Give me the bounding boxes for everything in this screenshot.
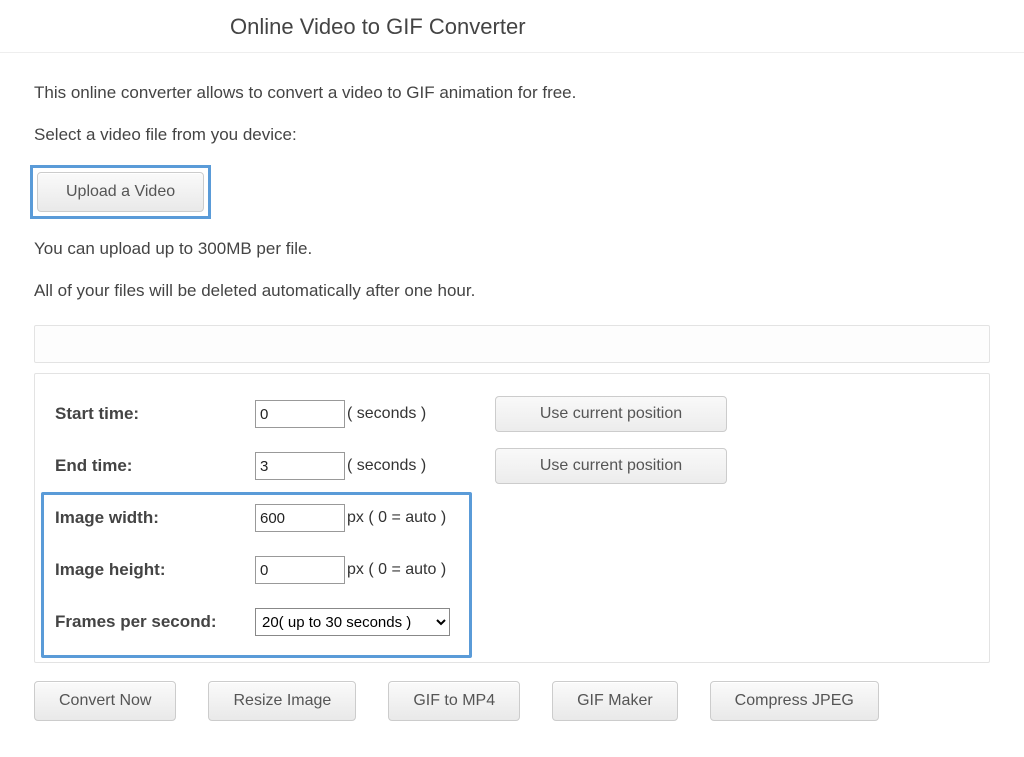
compress-jpeg-button[interactable]: Compress JPEG [710,681,879,721]
upload-size-note: You can upload up to 300MB per file. [34,239,990,259]
convert-now-button[interactable]: Convert Now [34,681,176,721]
start-time-input[interactable] [255,400,345,428]
image-height-input[interactable] [255,556,345,584]
action-row: Convert Now Resize Image GIF to MP4 GIF … [34,681,990,721]
select-video-label: Select a video file from you device: [34,125,990,145]
intro-text: This online converter allows to convert … [34,83,990,103]
row-end-time: End time: ( seconds ) Use current positi… [55,440,969,492]
image-height-label: Image height: [55,560,255,580]
start-time-unit: ( seconds ) [347,405,477,423]
upload-highlight-box: Upload a Video [30,165,211,219]
row-fps: Frames per second: 20( up to 30 seconds … [55,596,969,648]
preview-bar [34,325,990,363]
upload-video-button[interactable]: Upload a Video [37,172,204,212]
row-image-height: Image height: px ( 0 = auto ) [55,544,969,596]
image-width-unit: px ( 0 = auto ) [347,509,477,527]
gif-maker-button[interactable]: GIF Maker [552,681,678,721]
image-width-input[interactable] [255,504,345,532]
gif-to-mp4-button[interactable]: GIF to MP4 [388,681,520,721]
fps-select[interactable]: 20( up to 30 seconds ) [255,608,450,636]
row-start-time: Start time: ( seconds ) Use current posi… [55,388,969,440]
auto-delete-note: All of your files will be deleted automa… [34,281,990,301]
settings-panel: Start time: ( seconds ) Use current posi… [34,373,990,663]
fps-label: Frames per second: [55,612,255,632]
image-width-label: Image width: [55,508,255,528]
end-use-current-button[interactable]: Use current position [495,448,727,484]
end-time-input[interactable] [255,452,345,480]
page-title: Online Video to GIF Converter [230,14,1024,40]
start-time-label: Start time: [55,404,255,424]
end-time-label: End time: [55,456,255,476]
image-height-unit: px ( 0 = auto ) [347,561,477,579]
end-time-unit: ( seconds ) [347,457,477,475]
resize-image-button[interactable]: Resize Image [208,681,356,721]
row-image-width: Image width: px ( 0 = auto ) [55,492,969,544]
start-use-current-button[interactable]: Use current position [495,396,727,432]
